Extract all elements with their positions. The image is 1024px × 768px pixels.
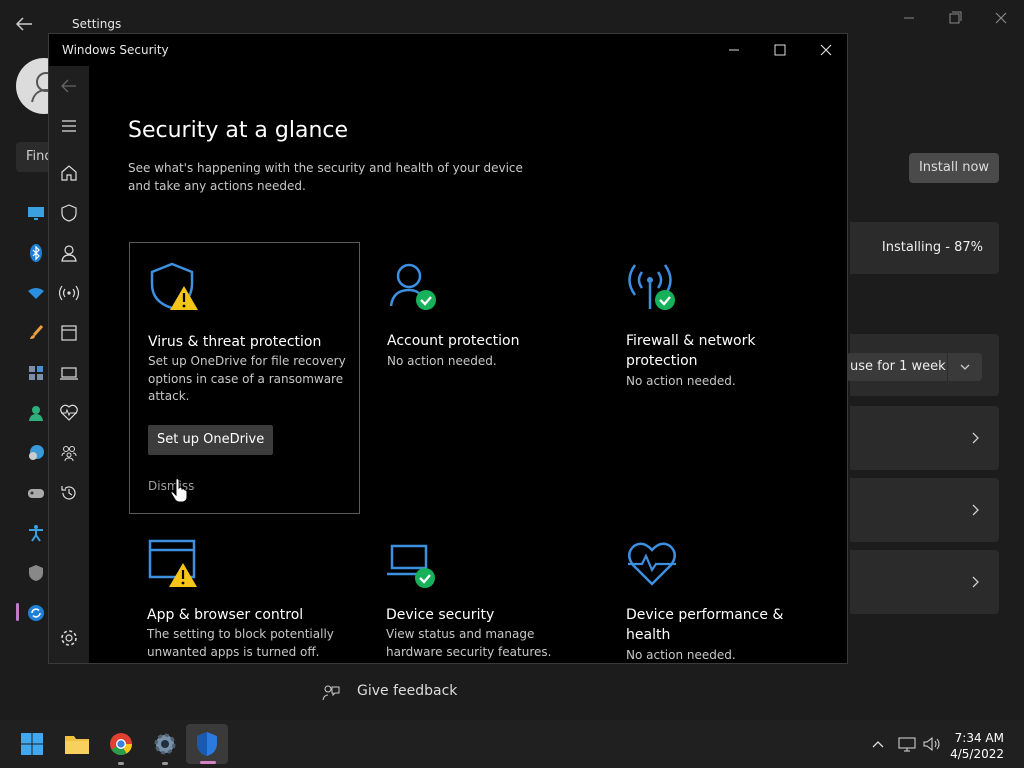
virus-threat-card[interactable]: Virus & threat protection Set up OneDriv…	[129, 242, 360, 514]
give-feedback-label: Give feedback	[357, 683, 458, 699]
chevron-right-icon	[972, 576, 979, 588]
laptop-check-icon	[387, 544, 435, 588]
app-browser-icon[interactable]	[59, 323, 79, 343]
card-description: View status and manage hardware security…	[386, 627, 552, 659]
card-title: App & browser control	[147, 607, 304, 623]
card-description: The setting to block potentially unwante…	[147, 627, 334, 659]
wifi-icon[interactable]	[26, 283, 46, 303]
heart-pulse-icon[interactable]	[59, 403, 79, 423]
app-browser-card[interactable]: App & browser control The setting to blo…	[129, 526, 360, 663]
page-intro: See what's happening with the security a…	[128, 161, 523, 193]
feedback-icon	[322, 685, 340, 701]
clock[interactable]: 7:34 AM 4/5/2022	[950, 730, 1004, 762]
settings-title: Settings	[72, 17, 122, 31]
volume-icon[interactable]	[921, 734, 941, 754]
running-indicator	[162, 762, 168, 765]
person-check-icon	[389, 263, 436, 310]
card-title: Firewall & network protection	[626, 333, 756, 369]
start-icon[interactable]	[16, 728, 48, 760]
file-explorer-icon[interactable]	[61, 728, 93, 760]
accounts-icon[interactable]	[26, 403, 46, 423]
history-icon[interactable]	[59, 483, 79, 503]
taskbar: 7:34 AM 4/5/2022	[0, 720, 1024, 768]
maximize-icon[interactable]	[768, 40, 792, 60]
time-language-icon[interactable]	[26, 443, 46, 463]
family-icon[interactable]	[59, 443, 79, 463]
shield-warning-icon	[150, 262, 198, 310]
brush-icon[interactable]	[26, 323, 46, 343]
account-protection-card[interactable]: Account protection No action needed.	[369, 242, 600, 514]
close-icon[interactable]	[814, 40, 838, 60]
chevron-right-icon	[972, 432, 979, 444]
gear-icon[interactable]	[59, 628, 79, 648]
person-icon[interactable]	[59, 243, 79, 263]
card-title: Virus & threat protection	[148, 334, 322, 350]
windows-update-icon[interactable]	[26, 603, 46, 623]
active-indicator	[200, 761, 216, 764]
close-icon[interactable]	[989, 8, 1013, 28]
accessibility-icon[interactable]	[26, 523, 46, 543]
advanced-options-row[interactable]	[850, 478, 999, 542]
windows-security-icon[interactable]	[191, 728, 223, 760]
antenna-icon[interactable]	[59, 283, 79, 303]
page-title: Security at a glance	[128, 118, 349, 143]
pause-dropdown[interactable]	[948, 353, 982, 381]
setup-onedrive-button[interactable]: Set up OneDrive	[148, 425, 274, 455]
chevron-up-icon[interactable]	[870, 736, 886, 752]
title-bar[interactable]: Windows Security	[49, 34, 847, 66]
restore-icon[interactable]	[943, 8, 967, 28]
window-title: Windows Security	[62, 43, 169, 57]
device-performance-card[interactable]: Device performance & health No action ne…	[608, 526, 839, 663]
card-description: No action needed.	[387, 354, 497, 368]
browser-window-warning-icon	[148, 539, 197, 587]
home-icon[interactable]	[59, 163, 79, 183]
card-description: Set up OneDrive for file recovery option…	[148, 354, 346, 403]
pause-updates-button[interactable]: use for 1 week	[846, 353, 947, 381]
installing-status: Installing - 87%	[881, 240, 983, 255]
monitor-icon[interactable]	[26, 203, 46, 223]
back-arrow-icon[interactable]	[59, 76, 79, 96]
card-description: No action needed.	[626, 374, 736, 388]
chevron-right-icon	[972, 504, 979, 516]
running-indicator	[118, 762, 124, 765]
shield-icon[interactable]	[59, 203, 79, 223]
installing-card: Installing - 87%	[850, 222, 999, 274]
security-sidebar	[49, 66, 89, 663]
minimize-icon[interactable]	[722, 40, 746, 60]
back-arrow-icon[interactable]	[12, 12, 36, 36]
firewall-network-card[interactable]: Firewall & network protection No action …	[608, 242, 839, 514]
minimize-icon[interactable]	[897, 8, 921, 28]
give-feedback-link[interactable]: Give feedback	[322, 683, 458, 701]
hand-cursor-icon	[170, 478, 188, 503]
privacy-shield-icon[interactable]	[26, 563, 46, 583]
network-icon[interactable]	[897, 734, 917, 754]
insider-program-row[interactable]	[850, 550, 999, 614]
chevron-down-icon	[960, 364, 970, 370]
device-security-card[interactable]: Device security View status and manage h…	[368, 526, 599, 663]
clock-date: 4/5/2022	[950, 747, 1004, 761]
security-main: Security at a glance See what's happenin…	[89, 66, 847, 663]
card-title: Account protection	[387, 333, 520, 349]
chrome-icon[interactable]	[105, 728, 137, 760]
gaming-icon[interactable]	[26, 483, 46, 503]
clock-time: 7:34 AM	[954, 731, 1004, 745]
windows-security-window: Windows Security Security at a glance Se…	[48, 33, 848, 664]
antenna-check-icon	[628, 264, 675, 310]
menu-icon[interactable]	[59, 116, 79, 136]
laptop-icon[interactable]	[59, 363, 79, 383]
apps-icon[interactable]	[26, 363, 46, 383]
selected-indicator	[16, 603, 19, 621]
bluetooth-icon[interactable]	[26, 243, 46, 263]
heart-pulse-icon	[628, 542, 676, 586]
card-title: Device performance & health	[626, 607, 784, 643]
card-description: No action needed.	[626, 648, 736, 662]
update-history-row[interactable]	[850, 406, 999, 470]
card-title: Device security	[386, 607, 495, 623]
install-now-button[interactable]: Install now	[909, 153, 999, 183]
settings-gear-icon[interactable]	[149, 728, 181, 760]
